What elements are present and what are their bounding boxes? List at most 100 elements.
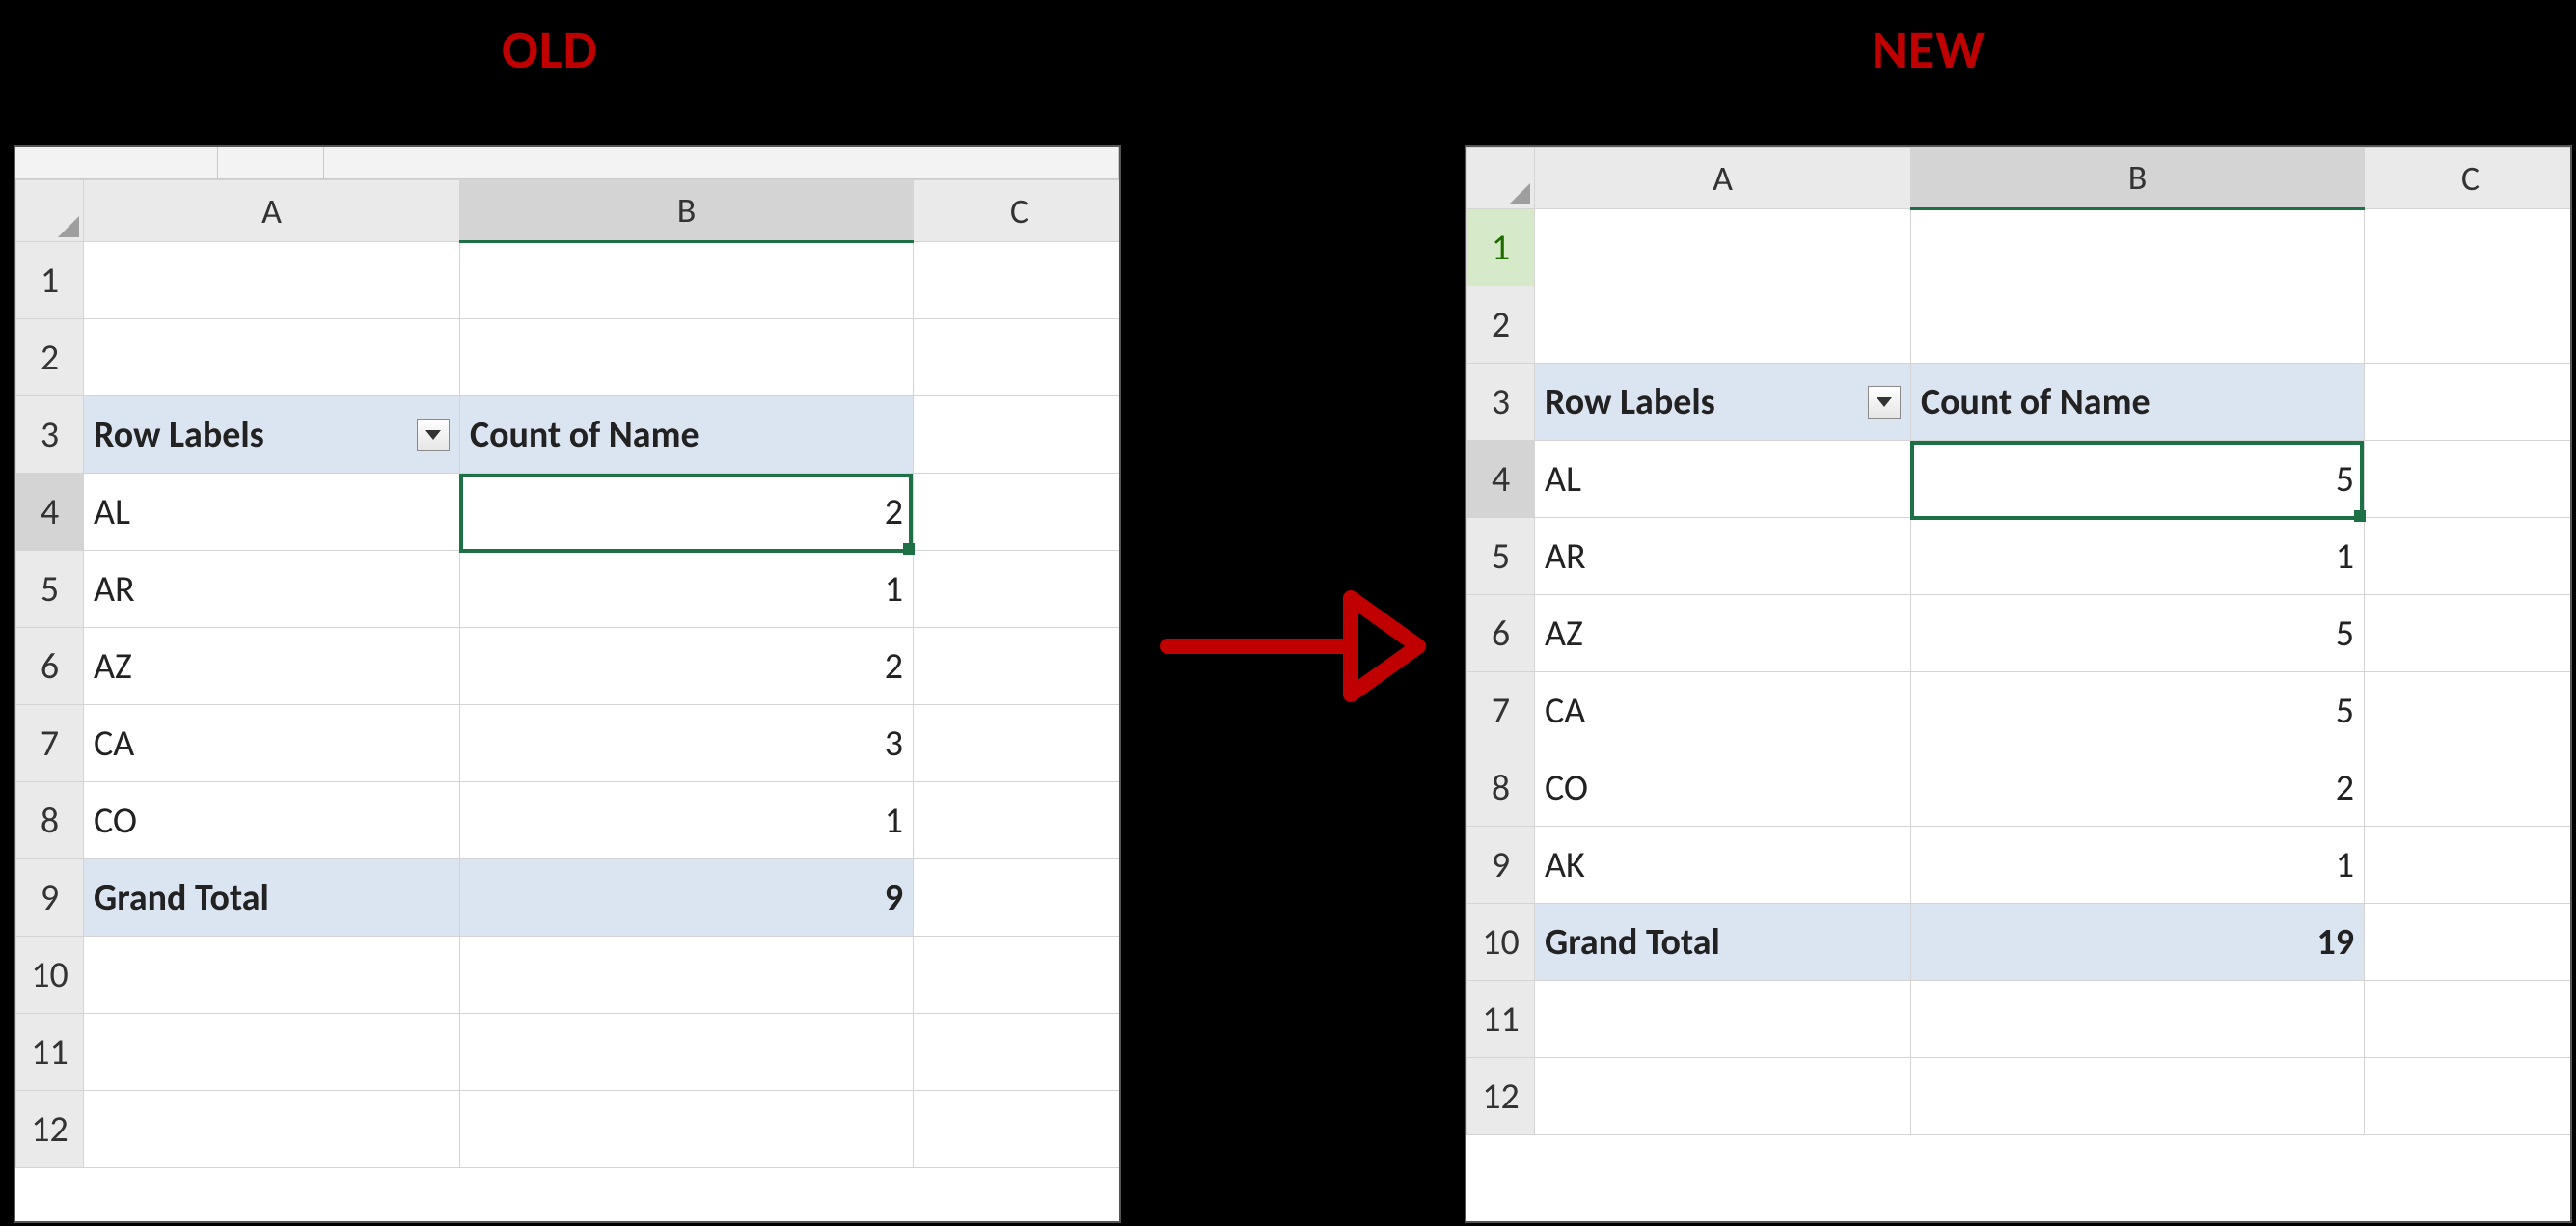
row-header[interactable]: 10: [16, 937, 84, 1014]
col-header-A[interactable]: A: [1535, 148, 1911, 209]
cell[interactable]: [914, 859, 1122, 937]
pivot-grand-total-label[interactable]: Grand Total: [84, 859, 460, 937]
row-header[interactable]: 12: [1467, 1058, 1535, 1135]
grid-old[interactable]: A B C 1 2 3 Row Labels Count of Name: [15, 179, 1121, 1168]
pivot-grand-total-value[interactable]: 19: [1911, 904, 2365, 981]
select-all-corner[interactable]: [1467, 148, 1535, 209]
cell[interactable]: [460, 242, 914, 319]
pivot-row-label[interactable]: AL: [84, 474, 460, 551]
cell[interactable]: [84, 937, 460, 1014]
pivot-row-label[interactable]: AK: [1535, 827, 1911, 904]
pivot-row-labels-header[interactable]: Row Labels: [84, 396, 460, 474]
cell[interactable]: [914, 551, 1122, 628]
cell[interactable]: [1535, 286, 1911, 364]
cell[interactable]: [2365, 1058, 2573, 1135]
row-header[interactable]: 5: [16, 551, 84, 628]
cell[interactable]: [914, 705, 1122, 782]
row-header[interactable]: 7: [16, 705, 84, 782]
pivot-row-label[interactable]: CO: [84, 782, 460, 859]
pivot-row-label[interactable]: CA: [1535, 672, 1911, 749]
cell[interactable]: [1535, 981, 1911, 1058]
cell[interactable]: [460, 1091, 914, 1168]
row-header[interactable]: 10: [1467, 904, 1535, 981]
pivot-row-label[interactable]: AR: [84, 551, 460, 628]
cell[interactable]: [914, 319, 1122, 396]
cell[interactable]: [1535, 209, 1911, 286]
row-header[interactable]: 8: [16, 782, 84, 859]
cell[interactable]: [2365, 518, 2573, 595]
cell[interactable]: [1911, 981, 2365, 1058]
row-header[interactable]: 3: [1467, 364, 1535, 441]
cell[interactable]: [2365, 286, 2573, 364]
cell[interactable]: [914, 628, 1122, 705]
grid-new[interactable]: A B C 1 2 3 Row Labels Count of Name: [1466, 147, 2572, 1135]
cell[interactable]: [1911, 209, 2365, 286]
cell[interactable]: [914, 242, 1122, 319]
pivot-row-value[interactable]: 1: [1911, 518, 2365, 595]
col-header-A[interactable]: A: [84, 180, 460, 242]
pivot-row-value[interactable]: 1: [460, 782, 914, 859]
row-header[interactable]: 6: [16, 628, 84, 705]
pivot-row-value[interactable]: 1: [1911, 827, 2365, 904]
row-header[interactable]: 11: [16, 1014, 84, 1091]
pivot-row-value[interactable]: 2: [460, 628, 914, 705]
pivot-row-label[interactable]: AL: [1535, 441, 1911, 518]
cell[interactable]: [914, 937, 1122, 1014]
row-header[interactable]: 4: [1467, 441, 1535, 518]
pivot-count-header[interactable]: Count of Name: [460, 396, 914, 474]
cell[interactable]: [460, 319, 914, 396]
row-header[interactable]: 2: [1467, 286, 1535, 364]
cell[interactable]: [84, 1014, 460, 1091]
cell[interactable]: [914, 474, 1122, 551]
pivot-row-value[interactable]: 5: [1911, 441, 2365, 518]
col-header-B[interactable]: B: [460, 180, 914, 242]
cell[interactable]: [2365, 364, 2573, 441]
pivot-row-label[interactable]: AZ: [1535, 595, 1911, 672]
pivot-row-label[interactable]: CO: [1535, 749, 1911, 827]
row-header[interactable]: 7: [1467, 672, 1535, 749]
pivot-count-header[interactable]: Count of Name: [1911, 364, 2365, 441]
cell[interactable]: [460, 937, 914, 1014]
row-header[interactable]: 3: [16, 396, 84, 474]
cell[interactable]: [2365, 441, 2573, 518]
col-header-C[interactable]: C: [2365, 148, 2573, 209]
row-header[interactable]: 9: [1467, 827, 1535, 904]
cell[interactable]: [2365, 904, 2573, 981]
pivot-grand-total-label[interactable]: Grand Total: [1535, 904, 1911, 981]
pivot-row-value[interactable]: 3: [460, 705, 914, 782]
cell[interactable]: [84, 1091, 460, 1168]
cell[interactable]: [460, 1014, 914, 1091]
pivot-grand-total-value[interactable]: 9: [460, 859, 914, 937]
pivot-row-value[interactable]: 5: [1911, 595, 2365, 672]
select-all-corner[interactable]: [16, 180, 84, 242]
col-header-C[interactable]: C: [914, 180, 1122, 242]
cell[interactable]: [84, 242, 460, 319]
cell[interactable]: [1535, 1058, 1911, 1135]
pivot-filter-button[interactable]: [417, 419, 450, 451]
cell[interactable]: [2365, 672, 2573, 749]
cell[interactable]: [914, 396, 1122, 474]
cell[interactable]: [914, 1091, 1122, 1168]
row-header[interactable]: 1: [1467, 209, 1535, 286]
cell[interactable]: [2365, 981, 2573, 1058]
pivot-row-labels-header[interactable]: Row Labels: [1535, 364, 1911, 441]
pivot-row-value[interactable]: 2: [1911, 749, 2365, 827]
row-header[interactable]: 8: [1467, 749, 1535, 827]
cell[interactable]: [2365, 209, 2573, 286]
cell[interactable]: [2365, 595, 2573, 672]
row-header[interactable]: 9: [16, 859, 84, 937]
row-header[interactable]: 11: [1467, 981, 1535, 1058]
row-header[interactable]: 1: [16, 242, 84, 319]
row-header[interactable]: 2: [16, 319, 84, 396]
cell[interactable]: [2365, 749, 2573, 827]
cell[interactable]: [84, 319, 460, 396]
pivot-row-label[interactable]: AR: [1535, 518, 1911, 595]
cell[interactable]: [2365, 827, 2573, 904]
row-header[interactable]: 4: [16, 474, 84, 551]
pivot-row-value[interactable]: 1: [460, 551, 914, 628]
pivot-row-label[interactable]: AZ: [84, 628, 460, 705]
col-header-B[interactable]: B: [1911, 148, 2365, 209]
pivot-filter-button[interactable]: [1868, 386, 1901, 419]
pivot-row-label[interactable]: CA: [84, 705, 460, 782]
row-header[interactable]: 5: [1467, 518, 1535, 595]
